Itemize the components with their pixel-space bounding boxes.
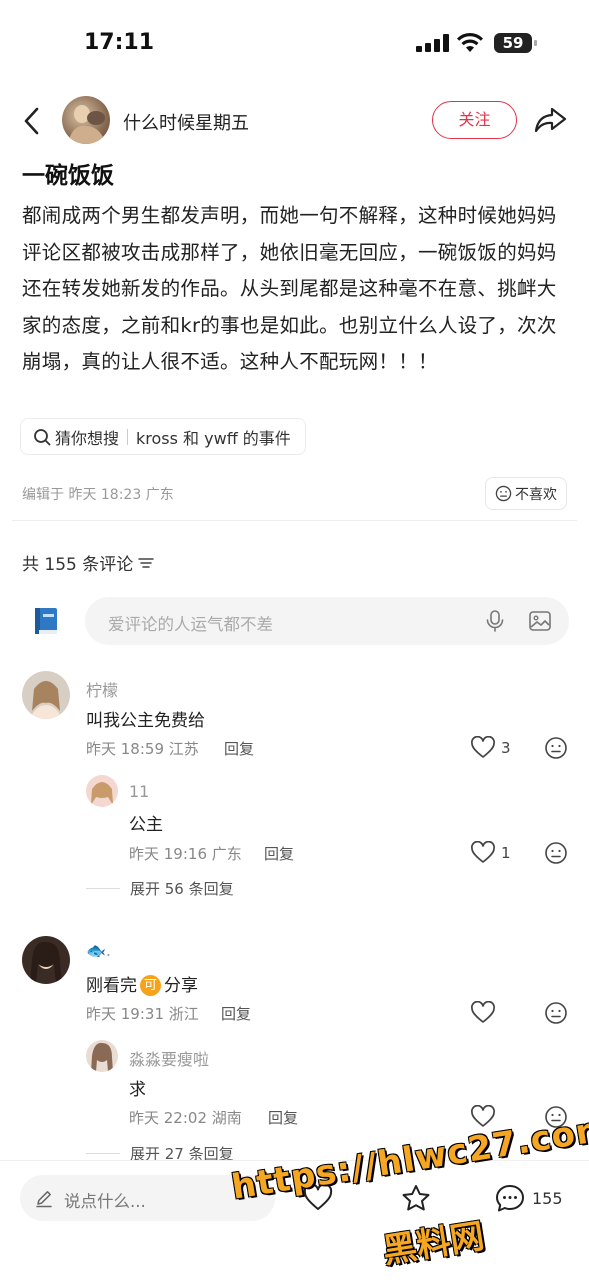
post-title: 一碗饭饭 (22, 163, 114, 189)
emoji-badge: 可 (140, 975, 161, 996)
search-icon (34, 428, 51, 445)
reply-button[interactable]: 回复 (268, 1107, 298, 1128)
like-count: 1 (501, 844, 511, 862)
dislike-button[interactable]: 不喜欢 (485, 477, 567, 510)
like-post-button[interactable] (302, 1183, 334, 1213)
battery-indicator: 59 (494, 33, 537, 53)
like-count: 3 (501, 739, 511, 757)
comment-input-placeholder: 爱评论的人运气都不差 (108, 615, 273, 634)
heart-icon (471, 1001, 495, 1023)
dislike-label: 不喜欢 (515, 486, 557, 503)
neutral-face-icon[interactable] (544, 841, 568, 865)
sort-icon (138, 557, 155, 568)
reply-username[interactable]: 淼淼要瘦啦 (129, 1046, 209, 1070)
back-arrow-icon[interactable] (16, 104, 48, 138)
reply-avatar[interactable] (86, 1040, 118, 1072)
expand-replies[interactable]: 展开 56 条回复 (86, 878, 234, 899)
comment-count-sort[interactable]: 共 155 条评论 (22, 550, 155, 575)
cellular-signal-icon (416, 34, 450, 52)
reply-button[interactable]: 回复 (221, 1003, 251, 1024)
expand-line (86, 888, 120, 889)
reply-text: 求 (129, 1080, 146, 1100)
follow-button[interactable]: 关注 (432, 101, 517, 139)
like-button[interactable] (470, 1001, 501, 1025)
commenter-avatar[interactable] (22, 936, 70, 984)
expand-replies-label: 展开 56 条回复 (130, 880, 234, 898)
comment-count-label: 共 155 条评论 (22, 555, 134, 575)
reply-button[interactable]: 回复 (264, 843, 294, 864)
star-icon (402, 1185, 430, 1211)
heart-icon (471, 1105, 495, 1127)
like-button[interactable] (470, 1105, 501, 1129)
reply-button[interactable]: 回复 (224, 738, 254, 759)
comments-button[interactable]: 155 (494, 1183, 563, 1213)
neutral-face-icon[interactable] (544, 1001, 568, 1025)
suggested-search-chip[interactable]: 猜你想搜 kross 和 ywff 的事件 (20, 418, 306, 455)
like-button[interactable]: 3 (470, 736, 511, 760)
comment-username[interactable]: 🐟. (86, 941, 111, 960)
bottom-action-bar: 说点什么... 155 (0, 1160, 589, 1280)
suggested-search-label: 猜你想搜 (55, 428, 120, 448)
comment-text-line: 刚看完可分享 (86, 971, 198, 996)
neutral-face-icon[interactable] (544, 736, 568, 760)
neutral-face-icon (495, 485, 512, 502)
expand-line (86, 1153, 120, 1154)
pencil-icon (36, 1191, 52, 1208)
comment-username[interactable]: 柠檬 (86, 677, 118, 701)
commenter-avatar[interactable] (22, 671, 70, 719)
reply-avatar[interactable] (86, 775, 118, 807)
image-icon[interactable] (528, 609, 552, 633)
comment-text-suffix: 分享 (164, 976, 198, 996)
status-time: 17:11 (84, 30, 155, 55)
microphone-icon[interactable] (484, 609, 506, 633)
heart-icon (471, 736, 495, 758)
reply-username[interactable]: 11 (129, 782, 149, 801)
comment-bubble-icon (496, 1185, 524, 1212)
reply-meta: 昨天 22:02 湖南 (129, 1109, 242, 1127)
share-icon[interactable] (532, 104, 568, 136)
author-avatar[interactable] (62, 96, 110, 144)
comment-text: 刚看完 (86, 976, 137, 996)
reply-text: 公主 (129, 815, 163, 835)
section-divider (12, 520, 577, 521)
post-edit-meta: 编辑于 昨天 18:23 广东 (22, 487, 174, 503)
chip-divider (127, 428, 129, 445)
suggested-search-query: kross 和 ywff 的事件 (136, 428, 291, 448)
comment-meta: 昨天 18:59 江苏 (86, 740, 199, 758)
comment-meta: 昨天 19:31 浙江 (86, 1005, 199, 1023)
neutral-face-icon[interactable] (544, 1105, 568, 1129)
bottom-input-placeholder: 说点什么... (64, 1192, 146, 1211)
reply-meta: 昨天 19:16 广东 (129, 845, 242, 863)
heart-icon (471, 841, 495, 863)
heart-icon (303, 1183, 333, 1210)
notebook-icon[interactable] (31, 606, 61, 636)
post-body: 都闹成两个男生都发声明，而她一句不解释，这种时候她妈妈评论区都被攻击成那样了，她… (22, 204, 557, 373)
like-button[interactable]: 1 (470, 841, 511, 865)
post-header: 什么时候星期五 关注 (0, 92, 589, 150)
comments-count: 155 (532, 1188, 563, 1208)
author-name[interactable]: 什么时候星期五 (123, 109, 249, 135)
comment-input[interactable]: 爱评论的人运气都不差 (85, 597, 569, 645)
comment-text: 叫我公主免费给 (86, 711, 205, 731)
bottom-comment-input[interactable]: 说点什么... (20, 1175, 275, 1221)
collect-button[interactable] (400, 1183, 432, 1213)
wifi-icon (457, 32, 483, 52)
status-bar: 17:11 59 (0, 0, 589, 88)
